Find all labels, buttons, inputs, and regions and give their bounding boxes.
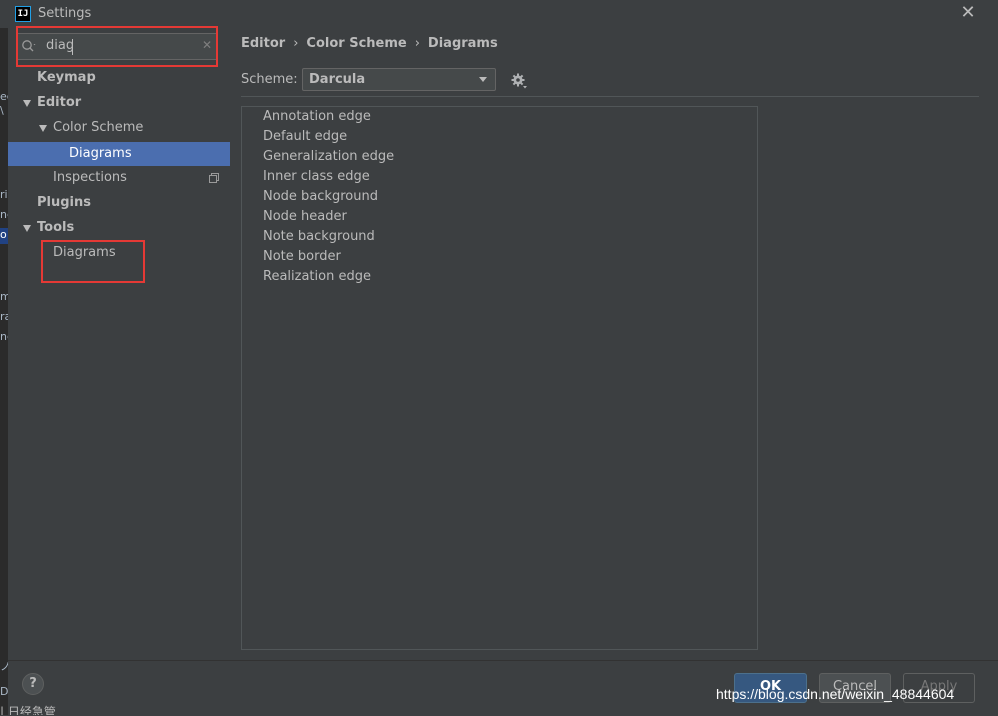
tree-item-diagrams-selected[interactable]: Diagrams	[69, 142, 132, 166]
list-item[interactable]: Node background	[263, 187, 378, 207]
ide-text-fragment: ra	[0, 310, 8, 323]
breadcrumb-item[interactable]: Editor	[241, 36, 285, 51]
window-title: Settings	[38, 6, 92, 21]
scheme-dropdown-value[interactable]: Darcula	[309, 72, 365, 87]
ide-text-fragment: ne	[0, 330, 8, 343]
list-item[interactable]: Inner class edge	[263, 167, 370, 187]
expand-arrow-icon[interactable]	[39, 125, 47, 132]
tree-item-keymap[interactable]: Keymap	[37, 66, 96, 90]
divider	[241, 96, 979, 97]
help-button[interactable]: ?	[22, 673, 44, 695]
highlight-box-tools-diagrams	[41, 240, 145, 283]
list-item[interactable]: Realization edge	[263, 267, 371, 287]
ide-text-fragment: o	[0, 228, 8, 244]
expand-arrow-icon[interactable]	[23, 100, 31, 107]
list-item[interactable]: Annotation edge	[263, 107, 371, 127]
intellij-app-icon: IJ	[15, 6, 31, 22]
ide-text-fragment: ノ	[0, 660, 8, 673]
breadcrumb-item[interactable]: Color Scheme	[306, 36, 406, 51]
expand-arrow-icon[interactable]	[23, 225, 31, 232]
tree-item-tools[interactable]: Tools	[22, 216, 122, 240]
list-item[interactable]: Generalization edge	[263, 147, 394, 167]
list-item[interactable]: Note background	[263, 227, 375, 247]
tree-item-editor[interactable]: Editor	[22, 91, 122, 115]
chevron-down-icon[interactable]	[479, 77, 487, 82]
close-icon[interactable]: ✕	[958, 2, 978, 24]
ide-text-fragment: ri	[0, 188, 8, 201]
breadcrumb-item: Diagrams	[427, 36, 498, 51]
ide-text-fragment: m	[0, 290, 8, 303]
ide-text-fragment: ec	[0, 90, 8, 103]
tree-item-inspections[interactable]: Inspections	[53, 166, 127, 190]
ide-background-strip: ec \ ri ne o m ra ne ノ D	[0, 28, 8, 715]
list-item[interactable]: Note border	[263, 247, 341, 267]
gear-icon[interactable]	[510, 72, 528, 90]
tree-item-editor-label: Editor	[37, 95, 82, 110]
ide-text-fragment: D	[0, 685, 8, 698]
list-item[interactable]: Node header	[263, 207, 347, 227]
breadcrumb-separator: ›	[414, 36, 420, 51]
ide-text-fragment: ne	[0, 208, 8, 221]
watermark-text: https://blog.csdn.net/weixin_48844604	[716, 686, 955, 702]
list-item[interactable]: Default edge	[263, 127, 347, 147]
tree-item-color-scheme-label: Color Scheme	[53, 120, 144, 135]
breadcrumb: Editor › Color Scheme › Diagrams	[241, 36, 498, 51]
ide-text-fragment: \	[0, 104, 4, 117]
breadcrumb-separator: ›	[293, 36, 299, 51]
tree-item-tools-label: Tools	[37, 220, 75, 235]
background-text-fragment: | 日经急管	[0, 705, 56, 715]
project-settings-icon	[209, 173, 219, 183]
title-bar	[0, 0, 998, 28]
scheme-label: Scheme:	[241, 72, 298, 87]
highlight-box-search	[16, 26, 218, 67]
tree-item-plugins[interactable]: Plugins	[37, 191, 91, 215]
tree-item-color-scheme[interactable]: Color Scheme	[38, 116, 188, 140]
